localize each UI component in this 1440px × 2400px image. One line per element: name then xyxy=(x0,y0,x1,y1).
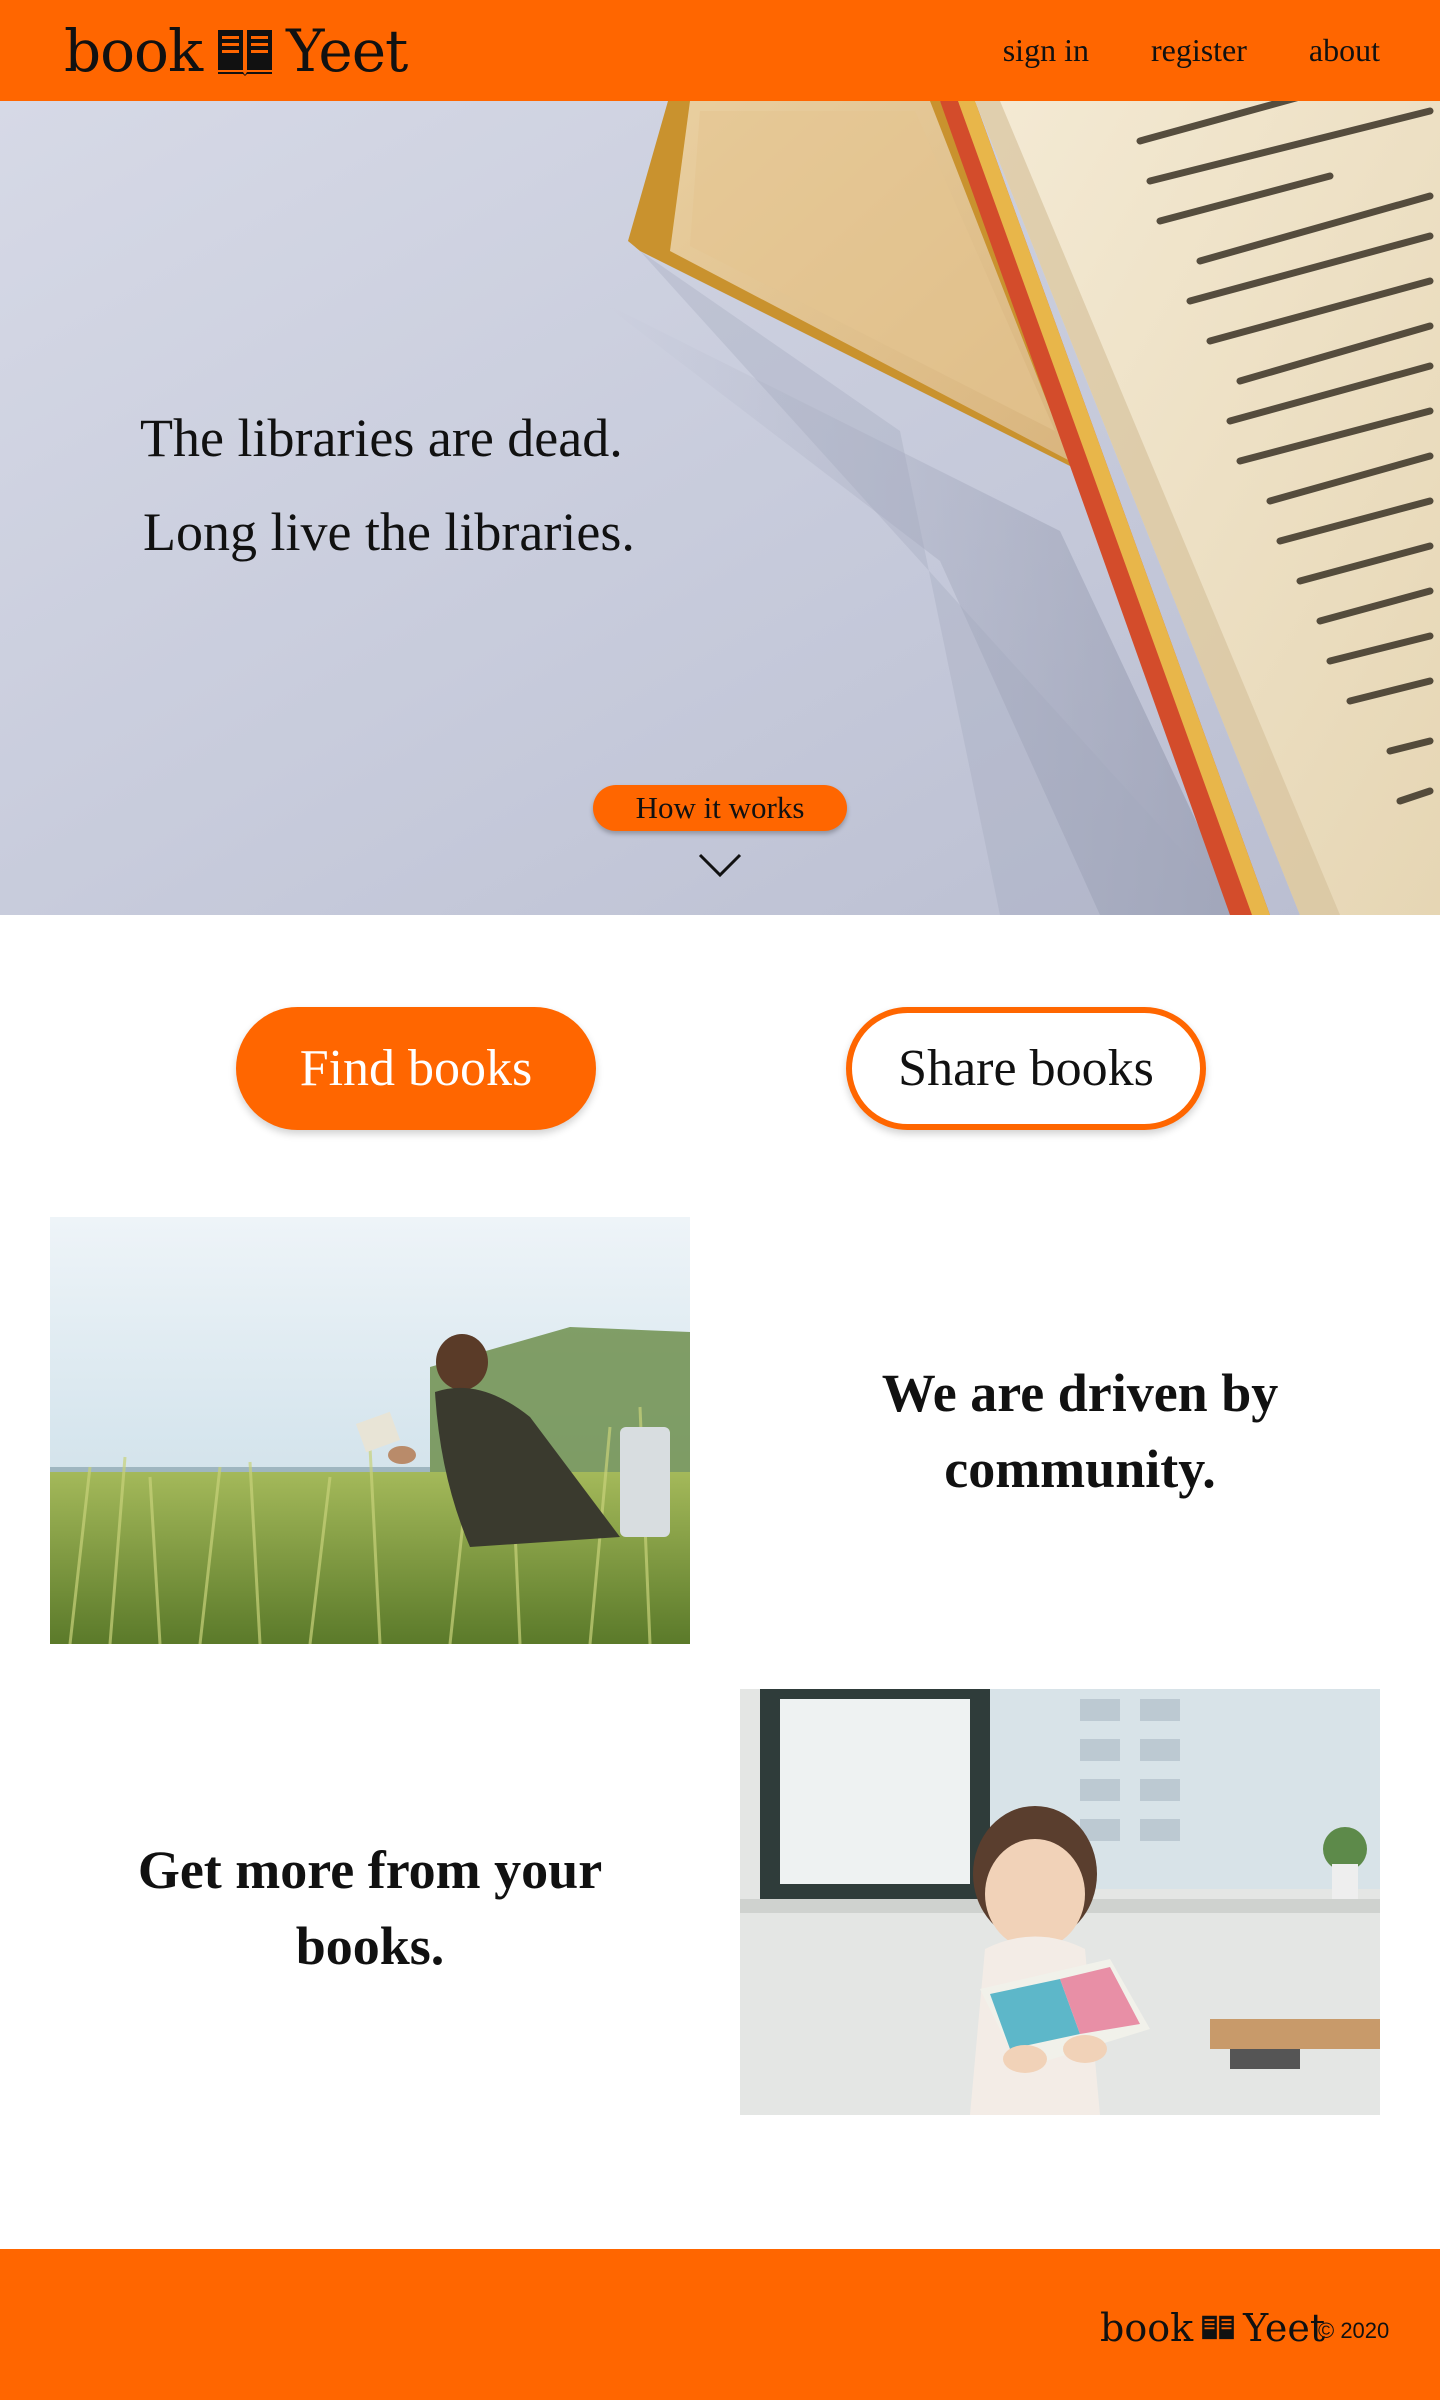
feature-2-line-2: books. xyxy=(295,1916,445,1976)
hero-line-1: The libraries are dead. xyxy=(140,408,623,468)
feature-1-line-1: We are driven by xyxy=(881,1363,1279,1423)
nav-register[interactable]: register xyxy=(1151,32,1247,69)
footer-brand-word-book: book xyxy=(1100,2306,1194,2350)
copyright-text: © 2020 xyxy=(1318,2318,1390,2343)
feature-books-text: Get more from your books. xyxy=(50,1832,690,1984)
footer-brand-word-yeet: Yeet xyxy=(1243,2306,1326,2350)
brand-word-book: book xyxy=(64,16,203,85)
open-book-icon xyxy=(216,26,274,76)
hero-headline: The libraries are dead. Long live the li… xyxy=(140,391,635,579)
main-nav: sign in register about xyxy=(1003,32,1380,69)
site-header: book Yeet sign in register about xyxy=(0,0,1440,101)
open-book-icon xyxy=(1201,2313,1235,2343)
hero-line-2: Long live the libraries. xyxy=(143,502,635,562)
feature-2-line-1: Get more from your xyxy=(137,1840,603,1900)
feature-1-line-2: community. xyxy=(944,1439,1216,1499)
nav-sign-in[interactable]: sign in xyxy=(1003,32,1089,69)
brand-word-yeet: Yeet xyxy=(286,16,408,85)
brand-logo[interactable]: book Yeet xyxy=(64,16,408,85)
chevron-down-icon[interactable] xyxy=(698,853,742,879)
girl-reading-image xyxy=(740,1689,1380,2115)
feature-community-text: We are driven by community. xyxy=(760,1355,1400,1507)
footer-brand-logo[interactable]: book Yeet xyxy=(1100,2306,1325,2350)
hero-section: The libraries are dead. Long live the li… xyxy=(0,101,1440,915)
nav-about[interactable]: about xyxy=(1309,32,1380,69)
find-books-button[interactable]: Find books xyxy=(236,1007,596,1130)
share-books-button[interactable]: Share books xyxy=(846,1007,1206,1130)
man-reading-image xyxy=(50,1217,690,1644)
how-it-works-button[interactable]: How it works xyxy=(593,785,847,831)
